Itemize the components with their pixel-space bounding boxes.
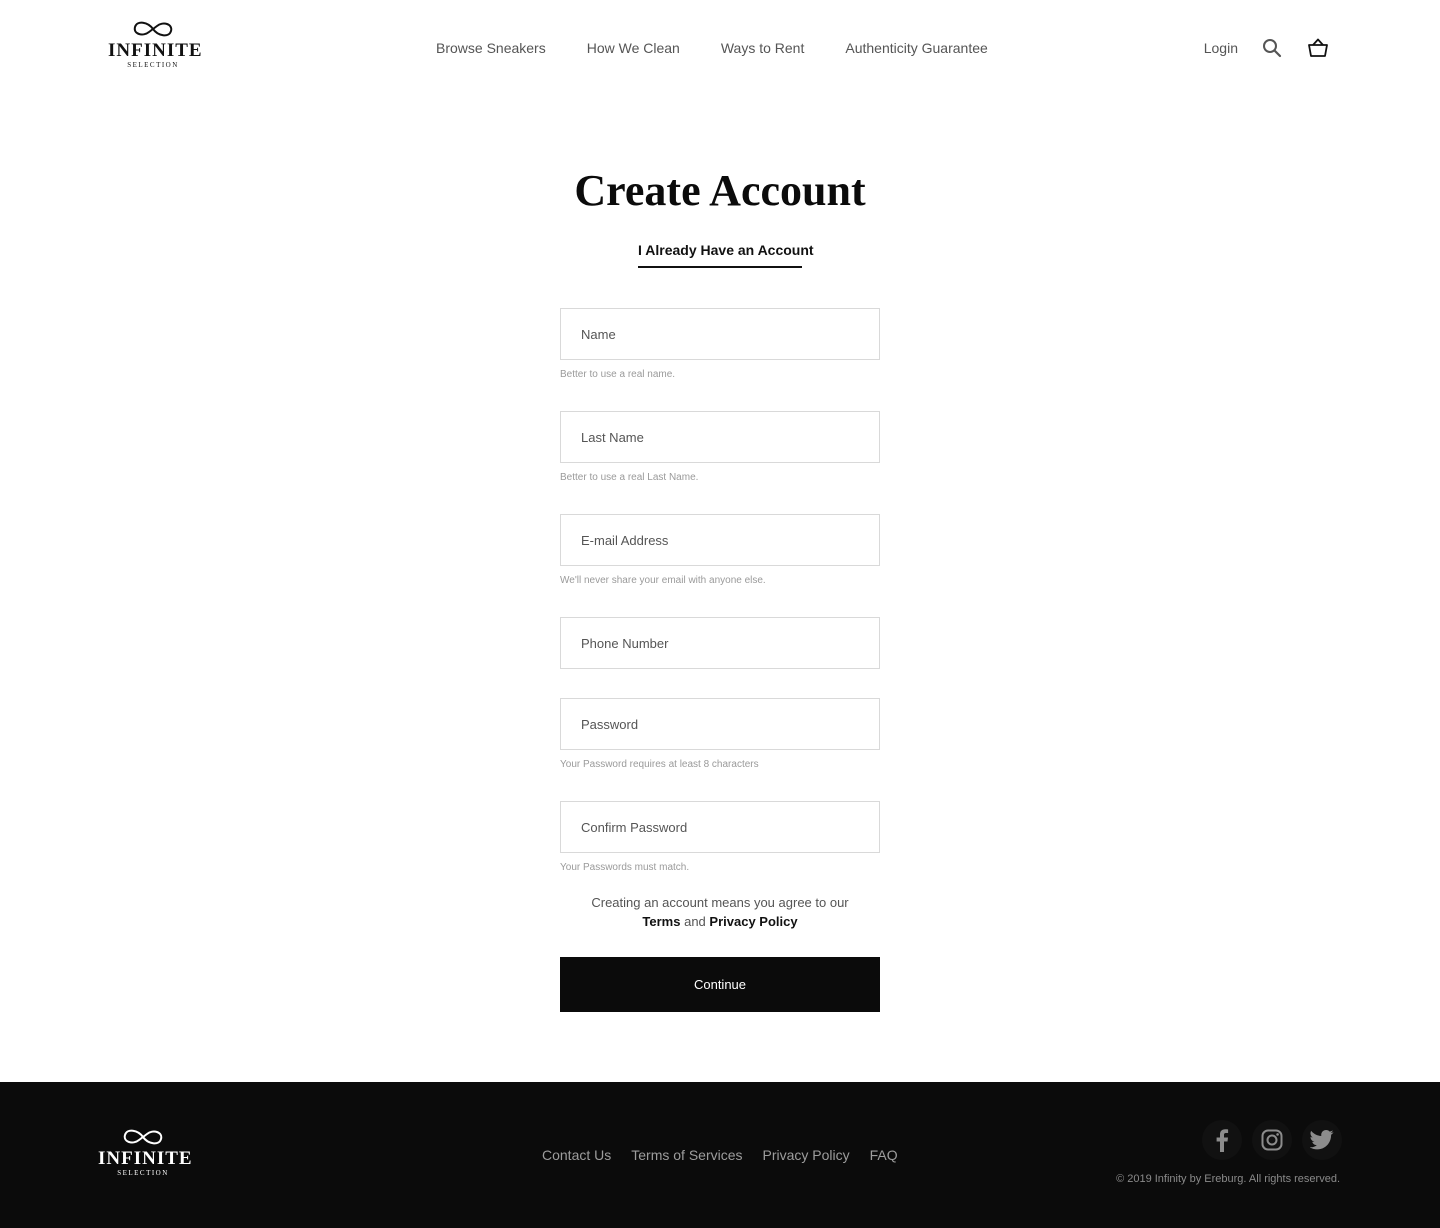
- footer-nav: Contact Us Terms of Services Privacy Pol…: [542, 1145, 898, 1165]
- header-actions: Login: [1204, 34, 1330, 62]
- nav-ways-to-rent[interactable]: Ways to Rent: [721, 38, 805, 58]
- nav-authenticity-guarantee[interactable]: Authenticity Guarantee: [845, 38, 987, 58]
- nav-browse-sneakers[interactable]: Browse Sneakers: [436, 38, 546, 58]
- email-hint: We'll never share your email with anyone…: [560, 575, 766, 586]
- brand-logo[interactable]: INFINITE SELECTION: [108, 18, 203, 70]
- login-link[interactable]: Login: [1204, 38, 1238, 58]
- footer-terms-of-services[interactable]: Terms of Services: [631, 1145, 742, 1165]
- name-group: Better to use a real name.: [560, 308, 880, 382]
- last-name-hint: Better to use a real Last Name.: [560, 472, 699, 483]
- copyright-text: © 2019 Infinity by Ereburg. All rights r…: [1116, 1173, 1340, 1185]
- confirm-password-group: Your Passwords must match.: [560, 801, 880, 875]
- twitter-icon[interactable]: [1302, 1120, 1342, 1160]
- footer-faq[interactable]: FAQ: [870, 1145, 898, 1165]
- footer-logo[interactable]: INFINITE SELECTION: [98, 1126, 193, 1178]
- basket-icon[interactable]: [1306, 36, 1330, 60]
- footer-privacy-policy[interactable]: Privacy Policy: [763, 1145, 850, 1165]
- footer-brand-name: INFINITE: [98, 1148, 193, 1169]
- email-field[interactable]: [560, 514, 880, 566]
- already-have-account-link[interactable]: I Already Have an Account: [638, 240, 814, 268]
- last-name-group: Better to use a real Last Name.: [560, 411, 880, 485]
- instagram-icon[interactable]: [1252, 1120, 1292, 1160]
- password-field[interactable]: [560, 698, 880, 750]
- privacy-policy-link[interactable]: Privacy Policy: [709, 914, 797, 929]
- phone-group: [560, 617, 880, 669]
- terms-link[interactable]: Terms: [642, 914, 680, 929]
- search-icon[interactable]: [1260, 36, 1284, 60]
- password-hint: Your Password requires at least 8 charac…: [560, 759, 759, 770]
- and-text: and: [684, 914, 706, 929]
- site-footer: INFINITE SELECTION Contact Us Terms of S…: [0, 1082, 1440, 1228]
- password-group: Your Password requires at least 8 charac…: [560, 698, 880, 772]
- name-field[interactable]: [560, 308, 880, 360]
- facebook-icon[interactable]: [1202, 1120, 1242, 1160]
- social-links: [1202, 1120, 1342, 1160]
- page-title: Create Account: [574, 166, 866, 215]
- footer-contact-us[interactable]: Contact Us: [542, 1145, 611, 1165]
- brand-name: INFINITE: [108, 40, 203, 61]
- agree-text: Creating an account means you agree to o…: [591, 895, 849, 910]
- terms-agreement: Creating an account means you agree to o…: [560, 893, 880, 931]
- create-account-form: Better to use a real name. Better to use…: [560, 308, 880, 904]
- main-nav: Browse Sneakers How We Clean Ways to Ren…: [436, 38, 988, 58]
- email-group: We'll never share your email with anyone…: [560, 514, 880, 588]
- phone-field[interactable]: [560, 617, 880, 669]
- site-header: INFINITE SELECTION Browse Sneakers How W…: [0, 0, 1440, 96]
- name-hint: Better to use a real name.: [560, 369, 676, 380]
- infinity-logo-icon: [123, 1129, 163, 1145]
- nav-how-we-clean[interactable]: How We Clean: [587, 38, 680, 58]
- confirm-password-field[interactable]: [560, 801, 880, 853]
- continue-button[interactable]: Continue: [560, 957, 880, 1012]
- confirm-password-hint: Your Passwords must match.: [560, 862, 690, 873]
- brand-tagline: SELECTION: [127, 61, 179, 69]
- last-name-field[interactable]: [560, 411, 880, 463]
- footer-brand-tagline: SELECTION: [117, 1169, 169, 1177]
- infinity-logo-icon: [133, 21, 173, 37]
